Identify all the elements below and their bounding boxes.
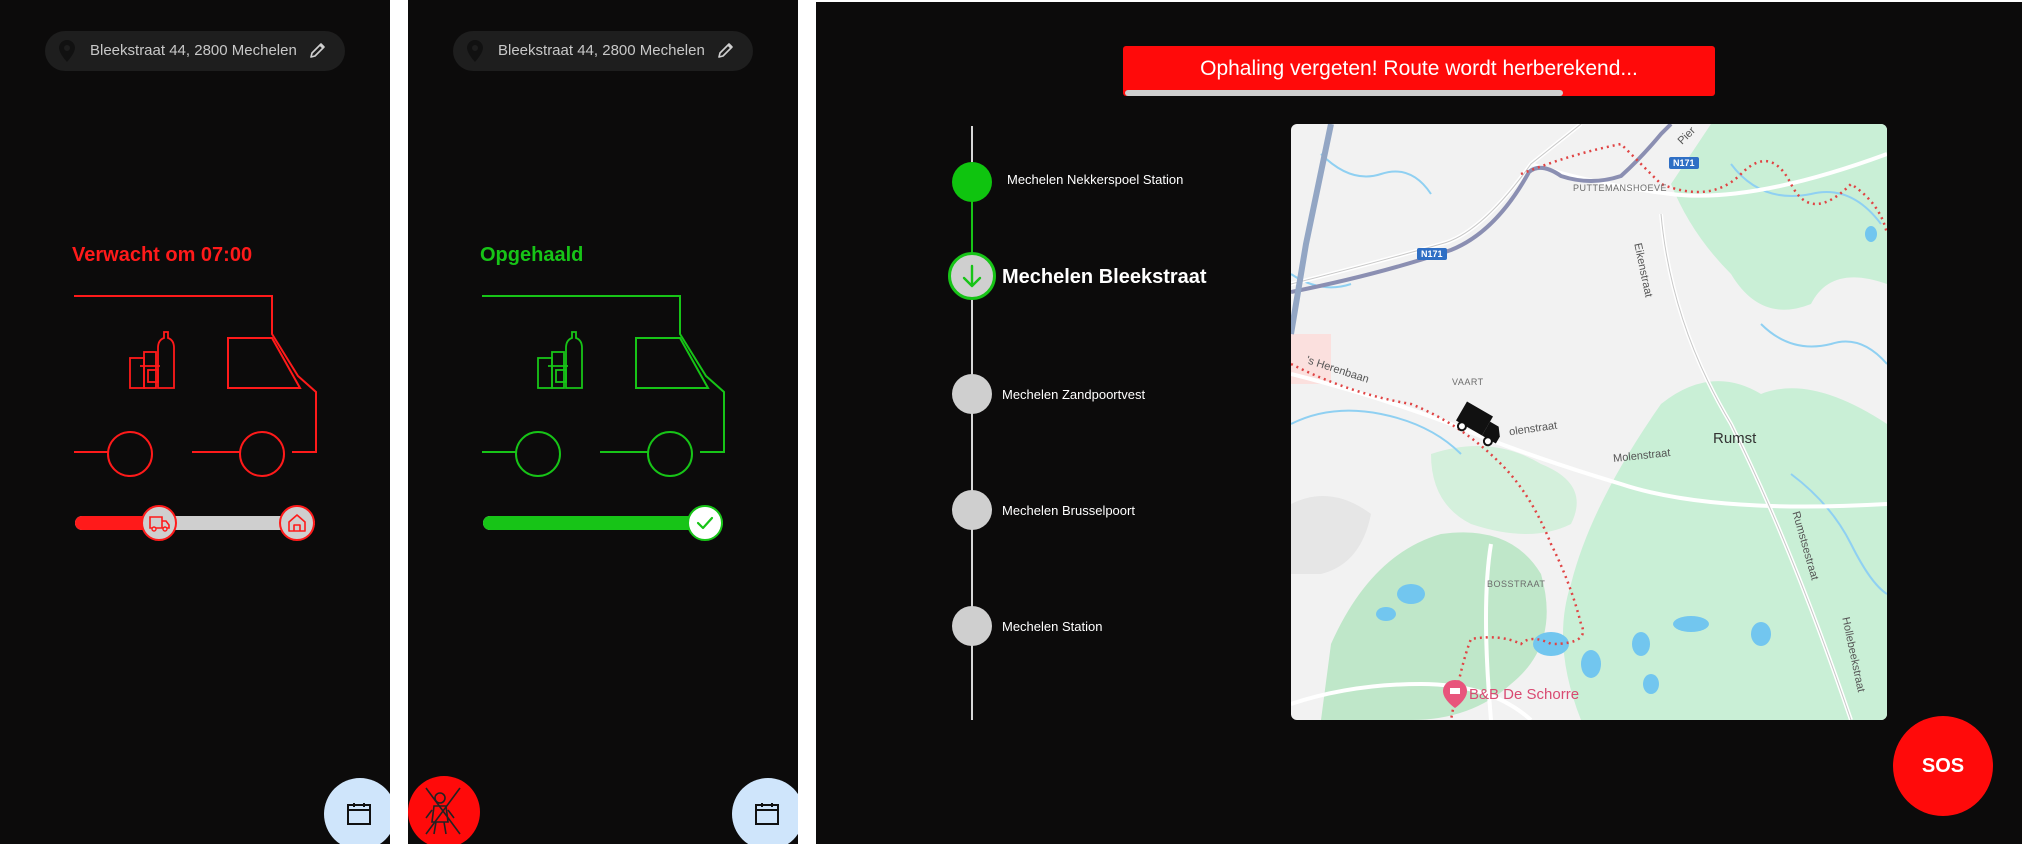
calendar-button[interactable] <box>732 778 798 844</box>
sos-button[interactable]: SOS <box>1893 716 1993 816</box>
truck-illustration-icon <box>476 290 736 485</box>
route-stop-upcoming-marker <box>952 606 992 646</box>
address-text: Bleekstraat 44, 2800 Mechelen <box>90 42 297 59</box>
route-stop-upcoming-marker <box>952 374 992 414</box>
route-alert-banner: Ophaling vergeten! Route wordt herbereke… <box>1123 46 1715 96</box>
map-label-puttemanshoeve: PUTTEMANSHOEVE <box>1573 183 1668 193</box>
route-stop-current-marker <box>948 252 996 300</box>
pickup-status-text: Verwacht om 07:00 <box>72 244 253 266</box>
address-pill[interactable]: Bleekstraat 44, 2800 Mechelen <box>453 31 753 71</box>
calendar-button[interactable] <box>324 778 390 844</box>
arrow-down-icon <box>962 264 982 288</box>
route-stop-label: Mechelen Brusselpoort <box>1002 503 1135 518</box>
map-label-bosstraat: BOSSTRAAT <box>1487 579 1546 589</box>
location-pin-icon <box>59 40 75 66</box>
pickup-status-text: Opgehaald <box>480 244 584 266</box>
truck-illustration-icon <box>68 290 328 485</box>
route-alert-text: Ophaling vergeten! Route wordt herbereke… <box>1200 57 1638 80</box>
route-map[interactable]: N171 N171 PUTTEMANSHOEVE Pier Eikenstraa… <box>1291 124 1887 720</box>
pickup-status-panel-collected: Bleekstraat 44, 2800 Mechelen Opgehaald <box>408 0 798 844</box>
route-stop-label: Mechelen Nekkerspoel Station <box>1007 172 1184 187</box>
home-progress-marker <box>279 505 315 541</box>
address-text: Bleekstraat 44, 2800 Mechelen <box>498 42 705 59</box>
map-label-n171: N171 <box>1421 249 1443 259</box>
route-stop-current-label: Mechelen Bleekstraat <box>1002 266 1207 288</box>
report-issue-button[interactable] <box>408 776 480 844</box>
route-stop-label: Mechelen Station <box>1002 619 1103 634</box>
edit-pencil-icon[interactable] <box>309 41 327 63</box>
map-label-n171: N171 <box>1673 158 1695 168</box>
pickup-status-panel-expected: Bleekstraat 44, 2800 Mechelen Verwacht o… <box>0 0 390 844</box>
map-label-poi[interactable]: B&B De Schorre <box>1469 686 1579 703</box>
route-stop-upcoming-marker <box>952 490 992 530</box>
route-stop-done-marker <box>952 162 992 202</box>
map-label-rumst: Rumst <box>1713 430 1757 447</box>
address-pill[interactable]: Bleekstraat 44, 2800 Mechelen <box>45 31 345 71</box>
recalculation-progress-bar <box>1125 90 1563 96</box>
checkmark-icon <box>696 516 714 530</box>
no-collector-icon <box>425 787 461 835</box>
route-stop-label: Mechelen Zandpoortvest <box>1002 387 1146 402</box>
completed-progress-marker <box>687 505 723 541</box>
location-pin-icon <box>467 40 483 66</box>
route-overview-panel: Ophaling vergeten! Route wordt herbereke… <box>816 2 2022 844</box>
edit-pencil-icon[interactable] <box>717 41 735 63</box>
truck-progress-marker <box>141 505 177 541</box>
small-truck-icon <box>149 516 170 532</box>
map-label-vaart: VAART <box>1452 377 1484 387</box>
home-icon <box>288 514 306 532</box>
